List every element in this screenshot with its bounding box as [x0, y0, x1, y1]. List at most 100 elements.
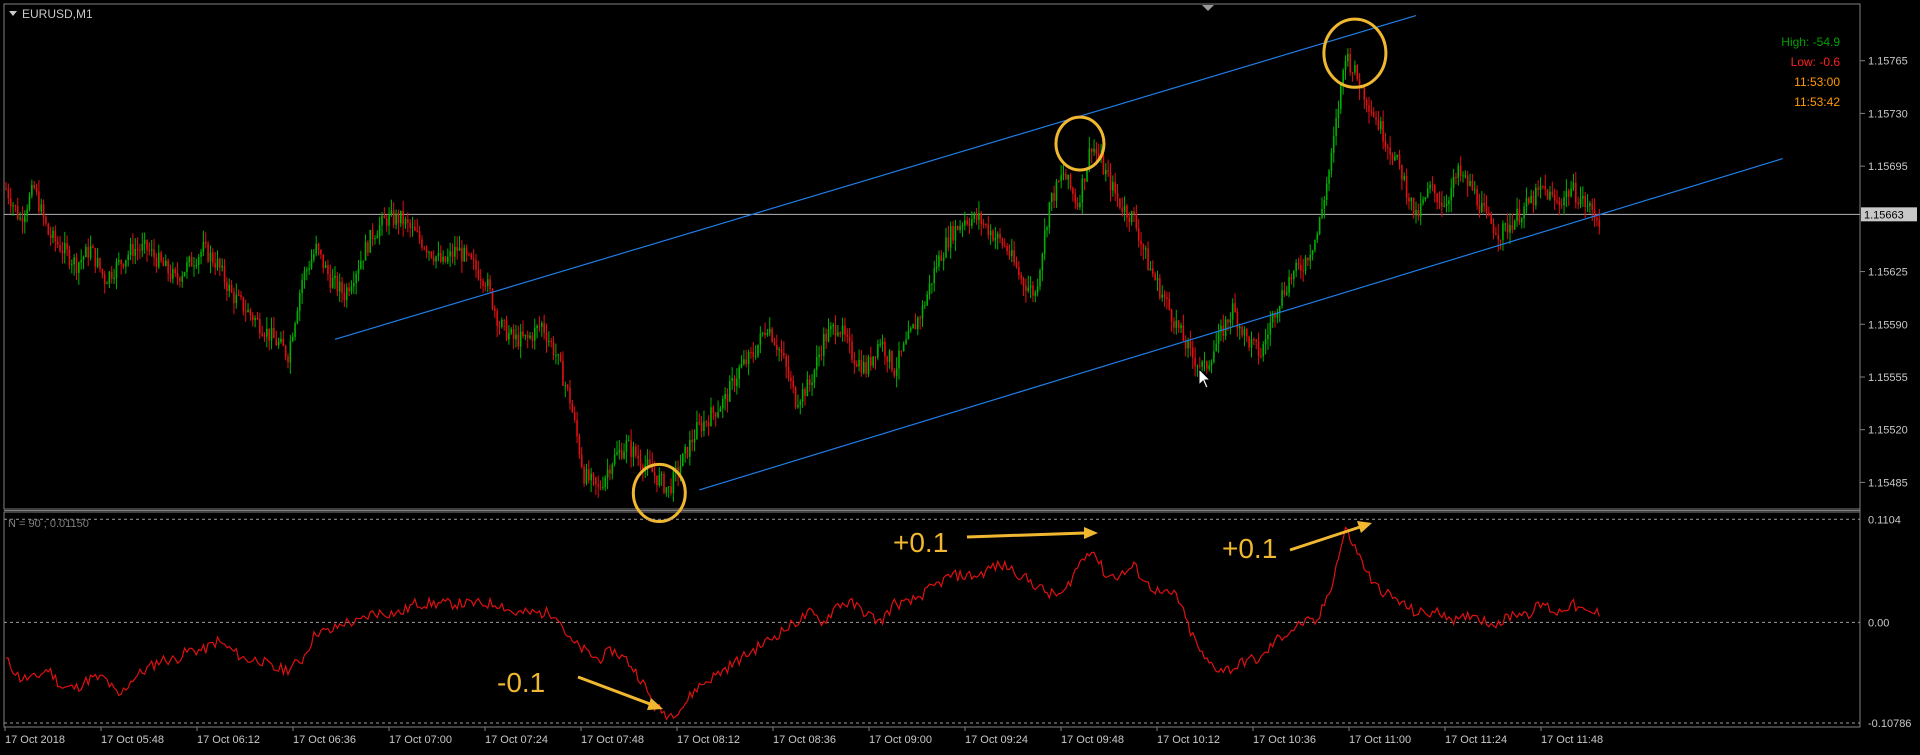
- candle-body: [16, 205, 19, 219]
- candle-body: [935, 266, 938, 269]
- candle-body: [270, 327, 273, 341]
- candle-body: [301, 279, 303, 294]
- candle-body: [400, 210, 402, 224]
- candle-body: [1492, 223, 1495, 233]
- candle-body: [524, 334, 527, 337]
- candle-body: [106, 283, 108, 285]
- candle-body: [174, 269, 176, 274]
- candle-body: [1347, 53, 1349, 62]
- candle-body: [1222, 325, 1225, 337]
- candle-body: [1525, 197, 1528, 207]
- candle-body: [92, 246, 94, 249]
- candle-body: [1102, 155, 1105, 175]
- candle-body: [665, 487, 668, 493]
- candle-body: [1227, 319, 1229, 323]
- candle-body: [1032, 285, 1034, 296]
- indicator-tick-label: 0.00: [1868, 617, 1889, 629]
- candle-body: [557, 354, 560, 356]
- candle-body: [625, 440, 628, 452]
- mt4-chart-window[interactable]: EURUSD,M1 High: -54.9 Low: -0.6 11:53:00…: [0, 0, 1920, 750]
- symbol-dropdown-icon[interactable]: [9, 11, 17, 16]
- candle-body: [56, 241, 59, 245]
- candle-body: [877, 344, 879, 358]
- candle-body: [907, 330, 910, 340]
- candle-body: [1408, 197, 1410, 202]
- candle-body: [1558, 201, 1561, 205]
- candle-body: [162, 260, 165, 267]
- candle-body: [1325, 183, 1328, 200]
- candle-body: [1478, 205, 1481, 213]
- candle-body: [1041, 253, 1044, 271]
- candle-body: [592, 473, 595, 478]
- candle-body: [761, 332, 764, 334]
- candle-body: [1058, 181, 1060, 183]
- candle-body: [820, 354, 823, 356]
- candle-body: [42, 204, 45, 217]
- candle-body: [1598, 220, 1601, 227]
- candle-body: [682, 453, 684, 467]
- candle-body: [1243, 329, 1246, 336]
- candle-body: [1344, 61, 1347, 71]
- candle-body: [7, 188, 10, 199]
- candle-body: [1314, 239, 1316, 251]
- candle-body: [783, 352, 785, 356]
- indicator-series-line: [5, 526, 1600, 721]
- candle-body: [503, 320, 505, 322]
- candle-body: [1060, 175, 1062, 182]
- candle-body: [1203, 361, 1206, 363]
- candle-body: [357, 268, 360, 274]
- candle-body: [1302, 270, 1304, 272]
- candle-body: [787, 366, 790, 378]
- candle-body: [559, 354, 562, 361]
- candle-body: [1316, 233, 1319, 240]
- candle-body: [306, 269, 308, 271]
- candle-body: [364, 242, 367, 261]
- annotation-plus-1-text: +0.1: [893, 527, 948, 558]
- time-tick-label: 17 Oct 07:00: [389, 734, 452, 746]
- candle-body: [1309, 254, 1312, 261]
- candle-body: [512, 329, 515, 340]
- indicator-label: N = 90 ; 0.01150: [8, 518, 89, 530]
- candle-body: [684, 446, 686, 454]
- candle-body: [463, 247, 466, 262]
- candle-body: [127, 255, 129, 261]
- candle-body: [1405, 175, 1408, 198]
- candle-body: [1567, 190, 1570, 197]
- candle-body: [461, 247, 463, 262]
- candle-body: [750, 352, 752, 354]
- candle-body: [296, 311, 299, 324]
- candle-body: [752, 352, 755, 357]
- candle-body: [1149, 268, 1152, 271]
- candle-body: [54, 230, 57, 242]
- indicator-tick-label: -0.10786: [1868, 718, 1911, 730]
- candle-body: [1267, 334, 1269, 340]
- candle-body: [926, 294, 928, 306]
- candle-body: [1043, 230, 1046, 254]
- scroll-shift-marker[interactable]: [1202, 5, 1214, 11]
- candle-body: [381, 215, 383, 226]
- candle-body: [978, 213, 980, 220]
- candle-body: [597, 484, 599, 487]
- candle-body: [1161, 294, 1163, 298]
- chart-canvas[interactable]: EURUSD,M1 High: -54.9 Low: -0.6 11:53:00…: [0, 0, 1920, 750]
- candle-body: [827, 329, 830, 342]
- candle-body: [832, 324, 834, 327]
- candle-body: [160, 252, 162, 261]
- candle-body: [515, 334, 517, 340]
- candle-body: [21, 217, 24, 222]
- candle-body: [1450, 187, 1453, 201]
- candle-body: [209, 252, 212, 262]
- candle-body: [82, 257, 85, 260]
- candle-body: [482, 280, 484, 286]
- candle-body: [390, 210, 393, 215]
- candle-body: [263, 335, 266, 337]
- candle-body: [1213, 351, 1215, 363]
- candle-body: [1443, 205, 1445, 207]
- candle-body: [148, 250, 151, 252]
- candle-body: [691, 439, 693, 443]
- candle-body: [1311, 250, 1314, 255]
- candle-body: [486, 279, 489, 286]
- candle-body: [1490, 214, 1492, 224]
- symbol-label: EURUSD,M1: [22, 7, 93, 21]
- low-readout: Low: -0.6: [1791, 55, 1841, 69]
